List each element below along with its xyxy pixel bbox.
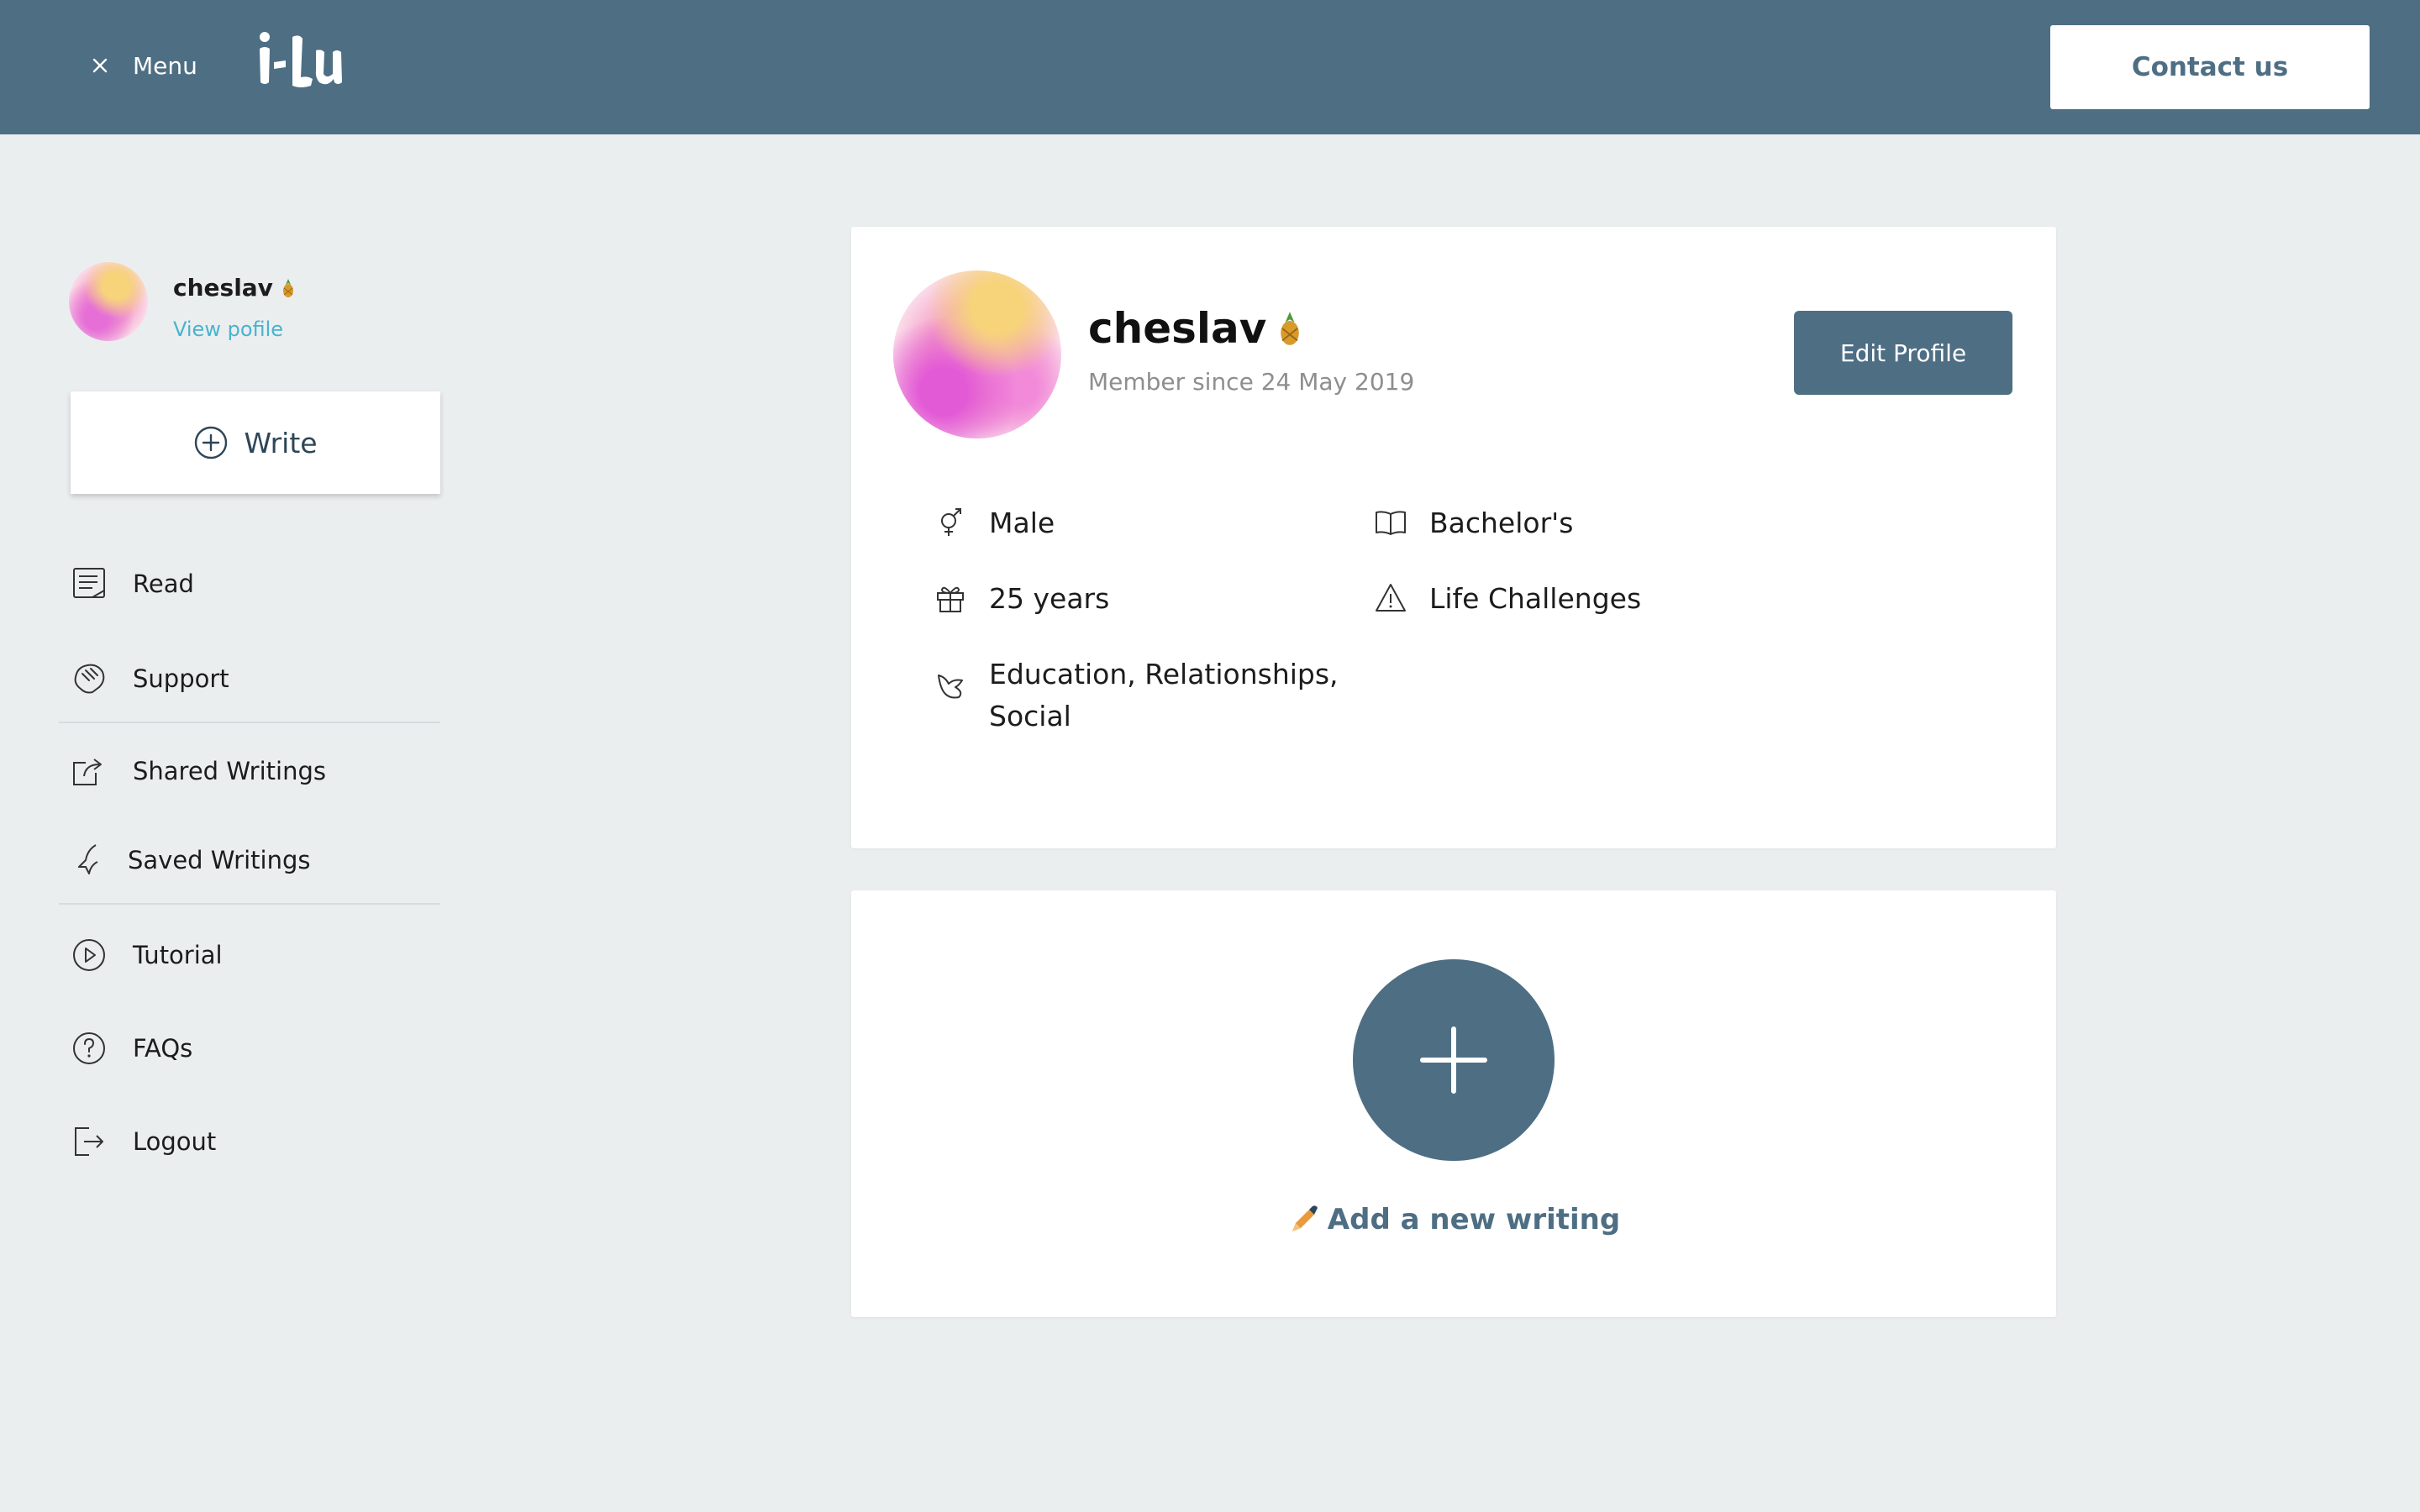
profile-card: cheslav Member since 24 May 2019 Edit Pr… [851, 227, 2056, 848]
sidebar-item-label: Saved Writings [128, 846, 311, 874]
sidebar-item-saved-writings[interactable]: Saved Writings [71, 835, 311, 885]
attribute-label: Life Challenges [1429, 582, 1642, 615]
logout-icon [75, 1127, 103, 1156]
sidebar-item-support[interactable]: Support [71, 654, 229, 704]
attribute-label: 25 years [989, 582, 1110, 615]
gift-icon [937, 586, 964, 612]
bird-icon [78, 844, 98, 874]
attribute-interests: Education, Relationships, Social [934, 654, 1339, 738]
attribute-age: 25 years [934, 578, 1109, 620]
plus-icon [1420, 1026, 1487, 1094]
attribute-education: Bachelor's [1374, 502, 1573, 544]
menu-toggle-button[interactable]: Menu [87, 45, 197, 86]
pineapple-icon [1281, 312, 1300, 345]
sidebar-item-label: Shared Writings [133, 757, 326, 785]
menu-label: Menu [133, 51, 197, 80]
view-profile-link[interactable]: View pofile [173, 318, 283, 341]
sidebar-item-label: Read [133, 570, 194, 598]
sidebar-item-label: Tutorial [133, 941, 223, 969]
sidebar-divider [59, 722, 440, 723]
sidebar-item-shared-writings[interactable]: Shared Writings [71, 746, 326, 796]
top-bar: Menu Contact us [0, 0, 2420, 134]
add-writing-link[interactable]: Add a new writing [851, 1203, 2056, 1236]
add-writing-label: Add a new writing [1327, 1203, 1621, 1236]
attribute-challenges: Life Challenges [1374, 578, 1641, 620]
plus-circle-icon [195, 426, 228, 459]
sidebar-item-logout[interactable]: Logout [71, 1116, 216, 1167]
dove-icon [938, 675, 963, 699]
attribute-label: Bachelor's [1429, 507, 1574, 539]
ilu-logo[interactable] [257, 30, 350, 94]
attribute-label: Male [989, 507, 1055, 539]
write-button[interactable]: Write [71, 391, 440, 494]
attribute-label: Social [989, 700, 1071, 732]
document-icon [73, 568, 105, 598]
sidebar-item-label: Logout [133, 1127, 217, 1156]
sidebar-item-tutorial[interactable]: Tutorial [71, 930, 223, 980]
sidebar-item-label: FAQs [133, 1034, 193, 1063]
sidebar-item-read[interactable]: Read [71, 559, 194, 609]
close-icon [92, 58, 108, 73]
sidebar-divider [59, 903, 440, 905]
book-icon [1376, 511, 1406, 535]
sidebar-item-label: Support [133, 664, 229, 693]
profile-avatar [893, 270, 1061, 438]
sidebar-username: cheslav [173, 274, 297, 302]
share-icon [73, 759, 102, 785]
hands-icon [74, 664, 105, 694]
sidebar-username-text: cheslav [173, 274, 273, 302]
pen-icon [1292, 1205, 1318, 1231]
write-label: Write [244, 426, 318, 459]
avatar[interactable] [69, 262, 148, 341]
profile-name: cheslav [1088, 304, 1305, 353]
add-writing-button[interactable] [1353, 959, 1555, 1161]
member-since: Member since 24 May 2019 [1088, 368, 1415, 396]
question-icon [73, 1032, 105, 1064]
gender-icon [941, 508, 961, 536]
play-icon [73, 939, 105, 971]
sidebar-profile: cheslav View pofile [69, 262, 447, 343]
contact-us-button[interactable]: Contact us [2050, 25, 2370, 109]
edit-profile-button[interactable]: Edit Profile [1794, 311, 2012, 395]
attribute-gender: Male [934, 502, 1055, 544]
warning-icon [1376, 584, 1406, 612]
profile-name-text: cheslav [1088, 304, 1267, 353]
attribute-label: Education, Relationships, [989, 658, 1339, 690]
add-writing-card: Add a new writing [851, 890, 2056, 1317]
sidebar-item-faqs[interactable]: FAQs [71, 1023, 192, 1074]
pineapple-icon [282, 278, 293, 297]
